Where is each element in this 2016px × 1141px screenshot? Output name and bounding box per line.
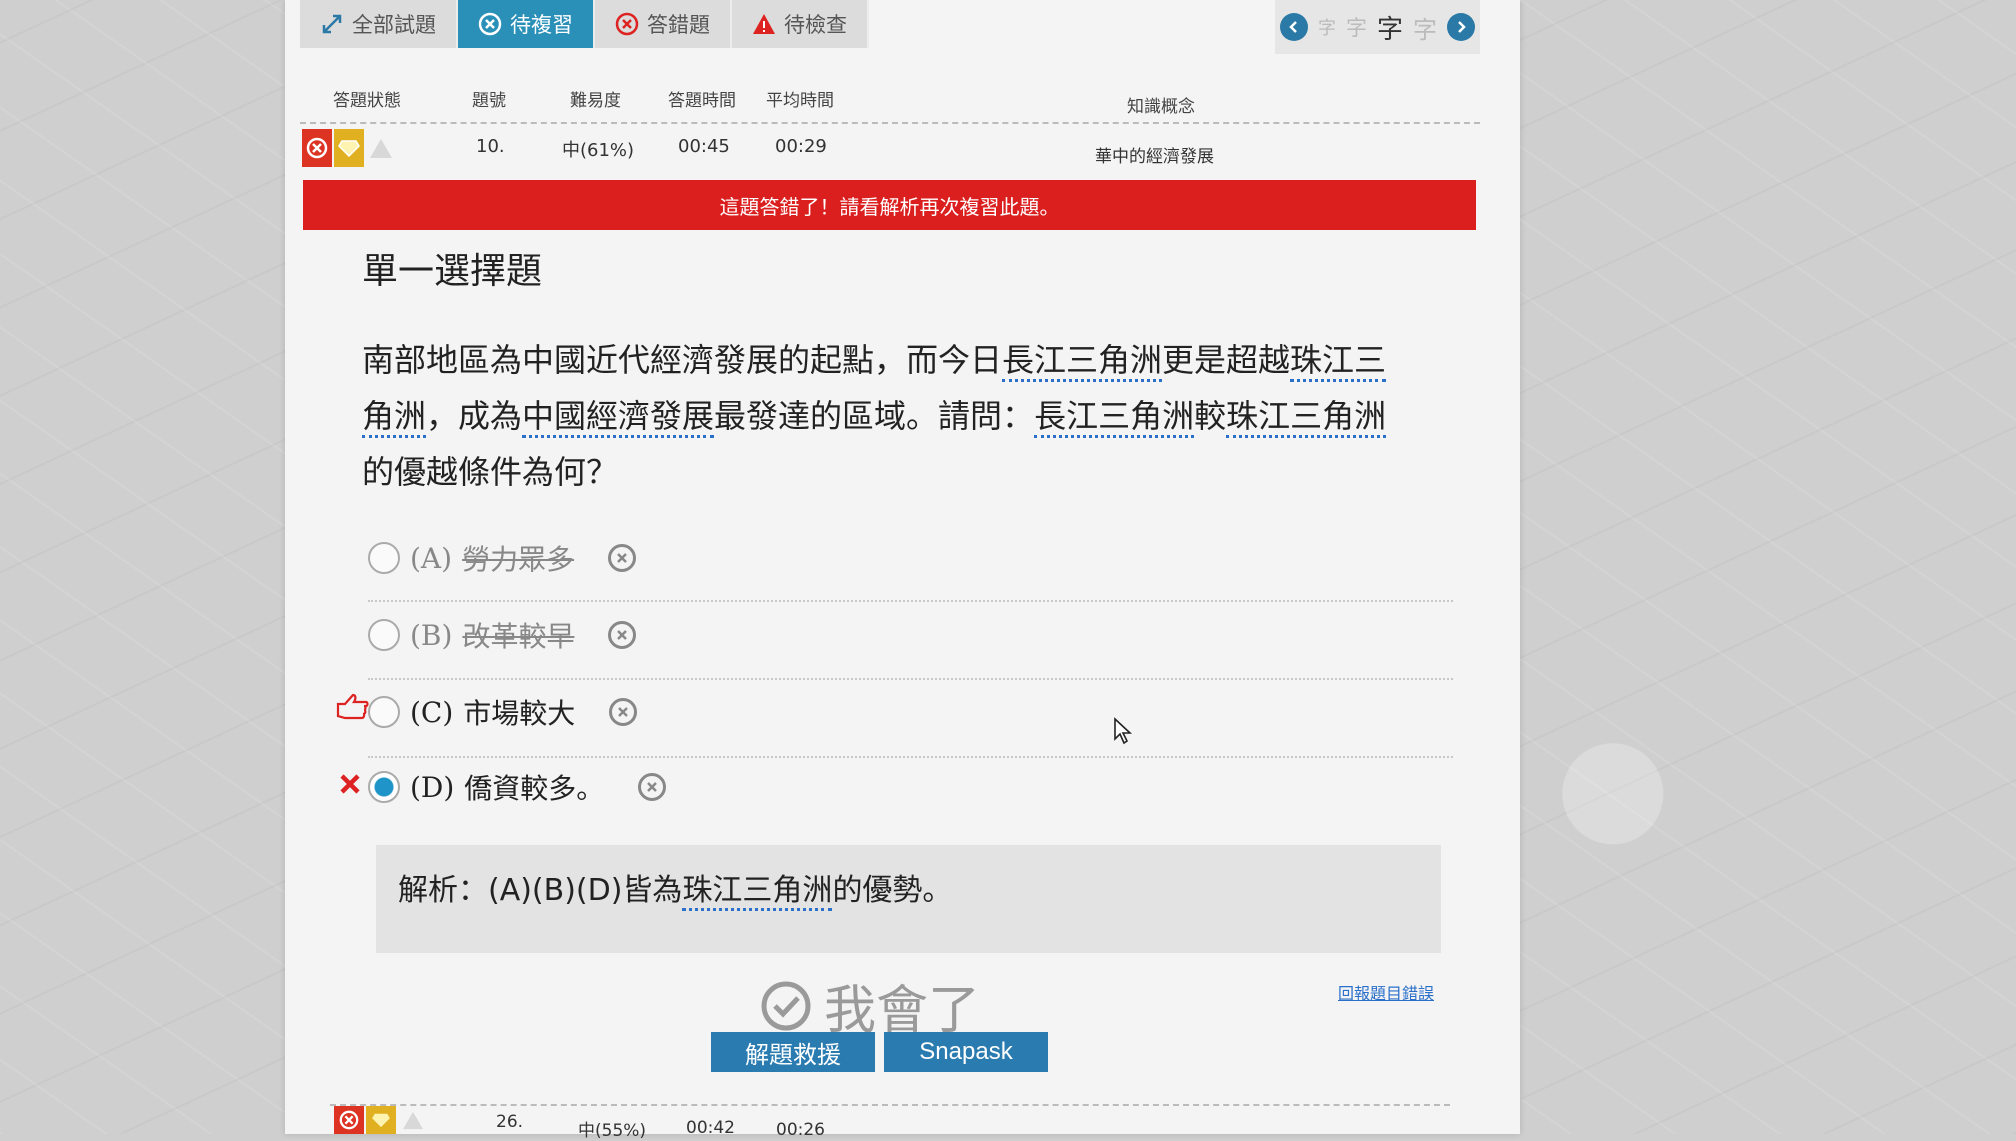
chevron-left-icon[interactable]: [1279, 13, 1308, 41]
row-number: 26.: [496, 1112, 524, 1132]
option-radio[interactable]: [368, 542, 400, 574]
warning-icon: [752, 12, 776, 36]
tab-label: 待複習: [510, 13, 573, 37]
option-c[interactable]: (C) 市場較大: [368, 683, 1453, 741]
question-part: 較: [1194, 397, 1227, 435]
option-divider: [368, 600, 1453, 602]
question-part: 的優越條件為何？: [362, 453, 619, 491]
report-error-link[interactable]: 回報題目錯誤: [1338, 980, 1434, 1004]
option-letter: (B): [410, 618, 453, 652]
font-size-large[interactable]: 字: [1377, 9, 1403, 46]
tab-to-check[interactable]: 待檢查: [732, 0, 869, 48]
help-button[interactable]: 解題救援: [711, 1032, 875, 1072]
tab-label: 答錯題: [647, 13, 710, 37]
wrong-status-icon[interactable]: [334, 1106, 364, 1134]
tab-to-review[interactable]: 待複習: [458, 0, 595, 48]
font-size-small[interactable]: 字: [1318, 14, 1336, 40]
diamond-icon[interactable]: [334, 129, 364, 167]
question-part: ，成為: [426, 397, 523, 435]
option-text: 勞力眾多: [462, 543, 575, 576]
header-avg-time: 平均時間: [766, 91, 834, 111]
divider: [300, 122, 1480, 124]
tab-wrong-answers[interactable]: 答錯題: [595, 0, 732, 48]
eliminate-icon[interactable]: [608, 544, 637, 572]
question-part: 南部地區為中國近代經濟發展的起點，而今日: [362, 341, 1003, 379]
option-radio[interactable]: [368, 696, 400, 728]
term-link[interactable]: 長江三角洲: [1002, 341, 1163, 382]
x-circle-icon: [615, 12, 639, 36]
question-type: 單一選擇題: [362, 251, 543, 292]
option-text: 僑資較多。: [464, 772, 605, 805]
diamond-icon[interactable]: [366, 1106, 396, 1134]
option-radio[interactable]: [368, 619, 400, 651]
eliminate-icon[interactable]: [638, 773, 667, 801]
correct-hand-icon: [335, 692, 369, 727]
check-circle-icon: [761, 981, 811, 1030]
explanation-suffix: 的優勢。: [832, 873, 953, 908]
option-divider: [368, 678, 1453, 680]
tab-label: 全部試題: [352, 13, 436, 37]
mouse-cursor-icon: [1114, 717, 1133, 745]
eliminate-icon[interactable]: [609, 698, 638, 726]
question-part: 更是超越: [1162, 341, 1291, 379]
status-icons: [302, 129, 396, 167]
eliminate-icon[interactable]: [608, 621, 637, 649]
tab-label: 待檢查: [784, 13, 847, 37]
tab-all-questions[interactable]: 全部試題: [300, 0, 458, 48]
warning-icon[interactable]: [398, 1106, 428, 1134]
header-status: 答題狀態: [333, 91, 401, 111]
font-size-medium[interactable]: 字: [1346, 12, 1367, 42]
option-b[interactable]: (B) 改革較早: [368, 606, 1453, 664]
row-answer-time: 00:42: [686, 1118, 735, 1138]
row-concept[interactable]: 華中的經濟發展: [1095, 142, 1214, 167]
wrong-answer-banner: 這題答錯了！請看解析再次複習此題。: [303, 180, 1476, 230]
warning-icon[interactable]: [366, 129, 396, 167]
wrong-x-icon: [338, 770, 362, 803]
term-link[interactable]: 中國經濟發展: [522, 397, 715, 438]
explanation-box: 解析：(A)(B)(D)皆為珠江三角洲的優勢。: [376, 845, 1441, 953]
option-letter: (C): [410, 695, 454, 729]
question-text: 南部地區為中國近代經濟發展的起點，而今日長江三角洲更是超越珠江三角洲，成為中國經…: [362, 332, 1412, 500]
chevron-right-icon[interactable]: [1447, 13, 1475, 41]
row-difficulty: 中(55%): [578, 1121, 647, 1141]
status-icons: [334, 1106, 428, 1134]
header-number: 題號: [472, 91, 506, 111]
term-link[interactable]: 長江三角洲: [1034, 397, 1195, 438]
option-letter: (A): [410, 541, 453, 575]
header-concept: 知識概念: [1127, 97, 1195, 117]
option-letter: (D): [410, 770, 455, 804]
option-radio-selected[interactable]: [368, 771, 400, 803]
explanation-prefix: 解析：(A)(B)(D)皆為: [398, 873, 683, 908]
row-number: 10.: [476, 136, 505, 157]
row-answer-time: 00:45: [678, 136, 730, 157]
term-link[interactable]: 珠江三角洲: [1226, 397, 1387, 438]
expand-arrows-icon: [320, 12, 344, 36]
option-d[interactable]: (D) 僑資較多。: [368, 758, 1453, 816]
header-answer-time: 答題時間: [668, 91, 736, 111]
header-difficulty: 難易度: [570, 91, 621, 111]
font-size-xlarge[interactable]: 字: [1413, 10, 1437, 45]
snapask-button[interactable]: Snapask: [884, 1032, 1048, 1072]
row-difficulty: 中(61%): [562, 140, 635, 161]
option-a[interactable]: (A) 勞力眾多: [368, 529, 1453, 587]
row-avg-time: 00:29: [775, 136, 827, 157]
term-link[interactable]: 珠江三角洲: [682, 873, 833, 911]
option-text: 市場較大: [463, 697, 576, 730]
wrong-status-icon[interactable]: [302, 129, 332, 167]
option-text: 改革較早: [462, 620, 575, 653]
filter-tabs: 全部試題 待複習 答錯題 待檢查: [300, 0, 869, 50]
row-avg-time: 00:26: [776, 1120, 825, 1140]
question-part: 最發達的區域。請問：: [714, 397, 1035, 435]
font-size-control: 字 字 字 字: [1275, 0, 1480, 54]
divider: [330, 1104, 1450, 1106]
x-circle-icon: [478, 12, 502, 36]
